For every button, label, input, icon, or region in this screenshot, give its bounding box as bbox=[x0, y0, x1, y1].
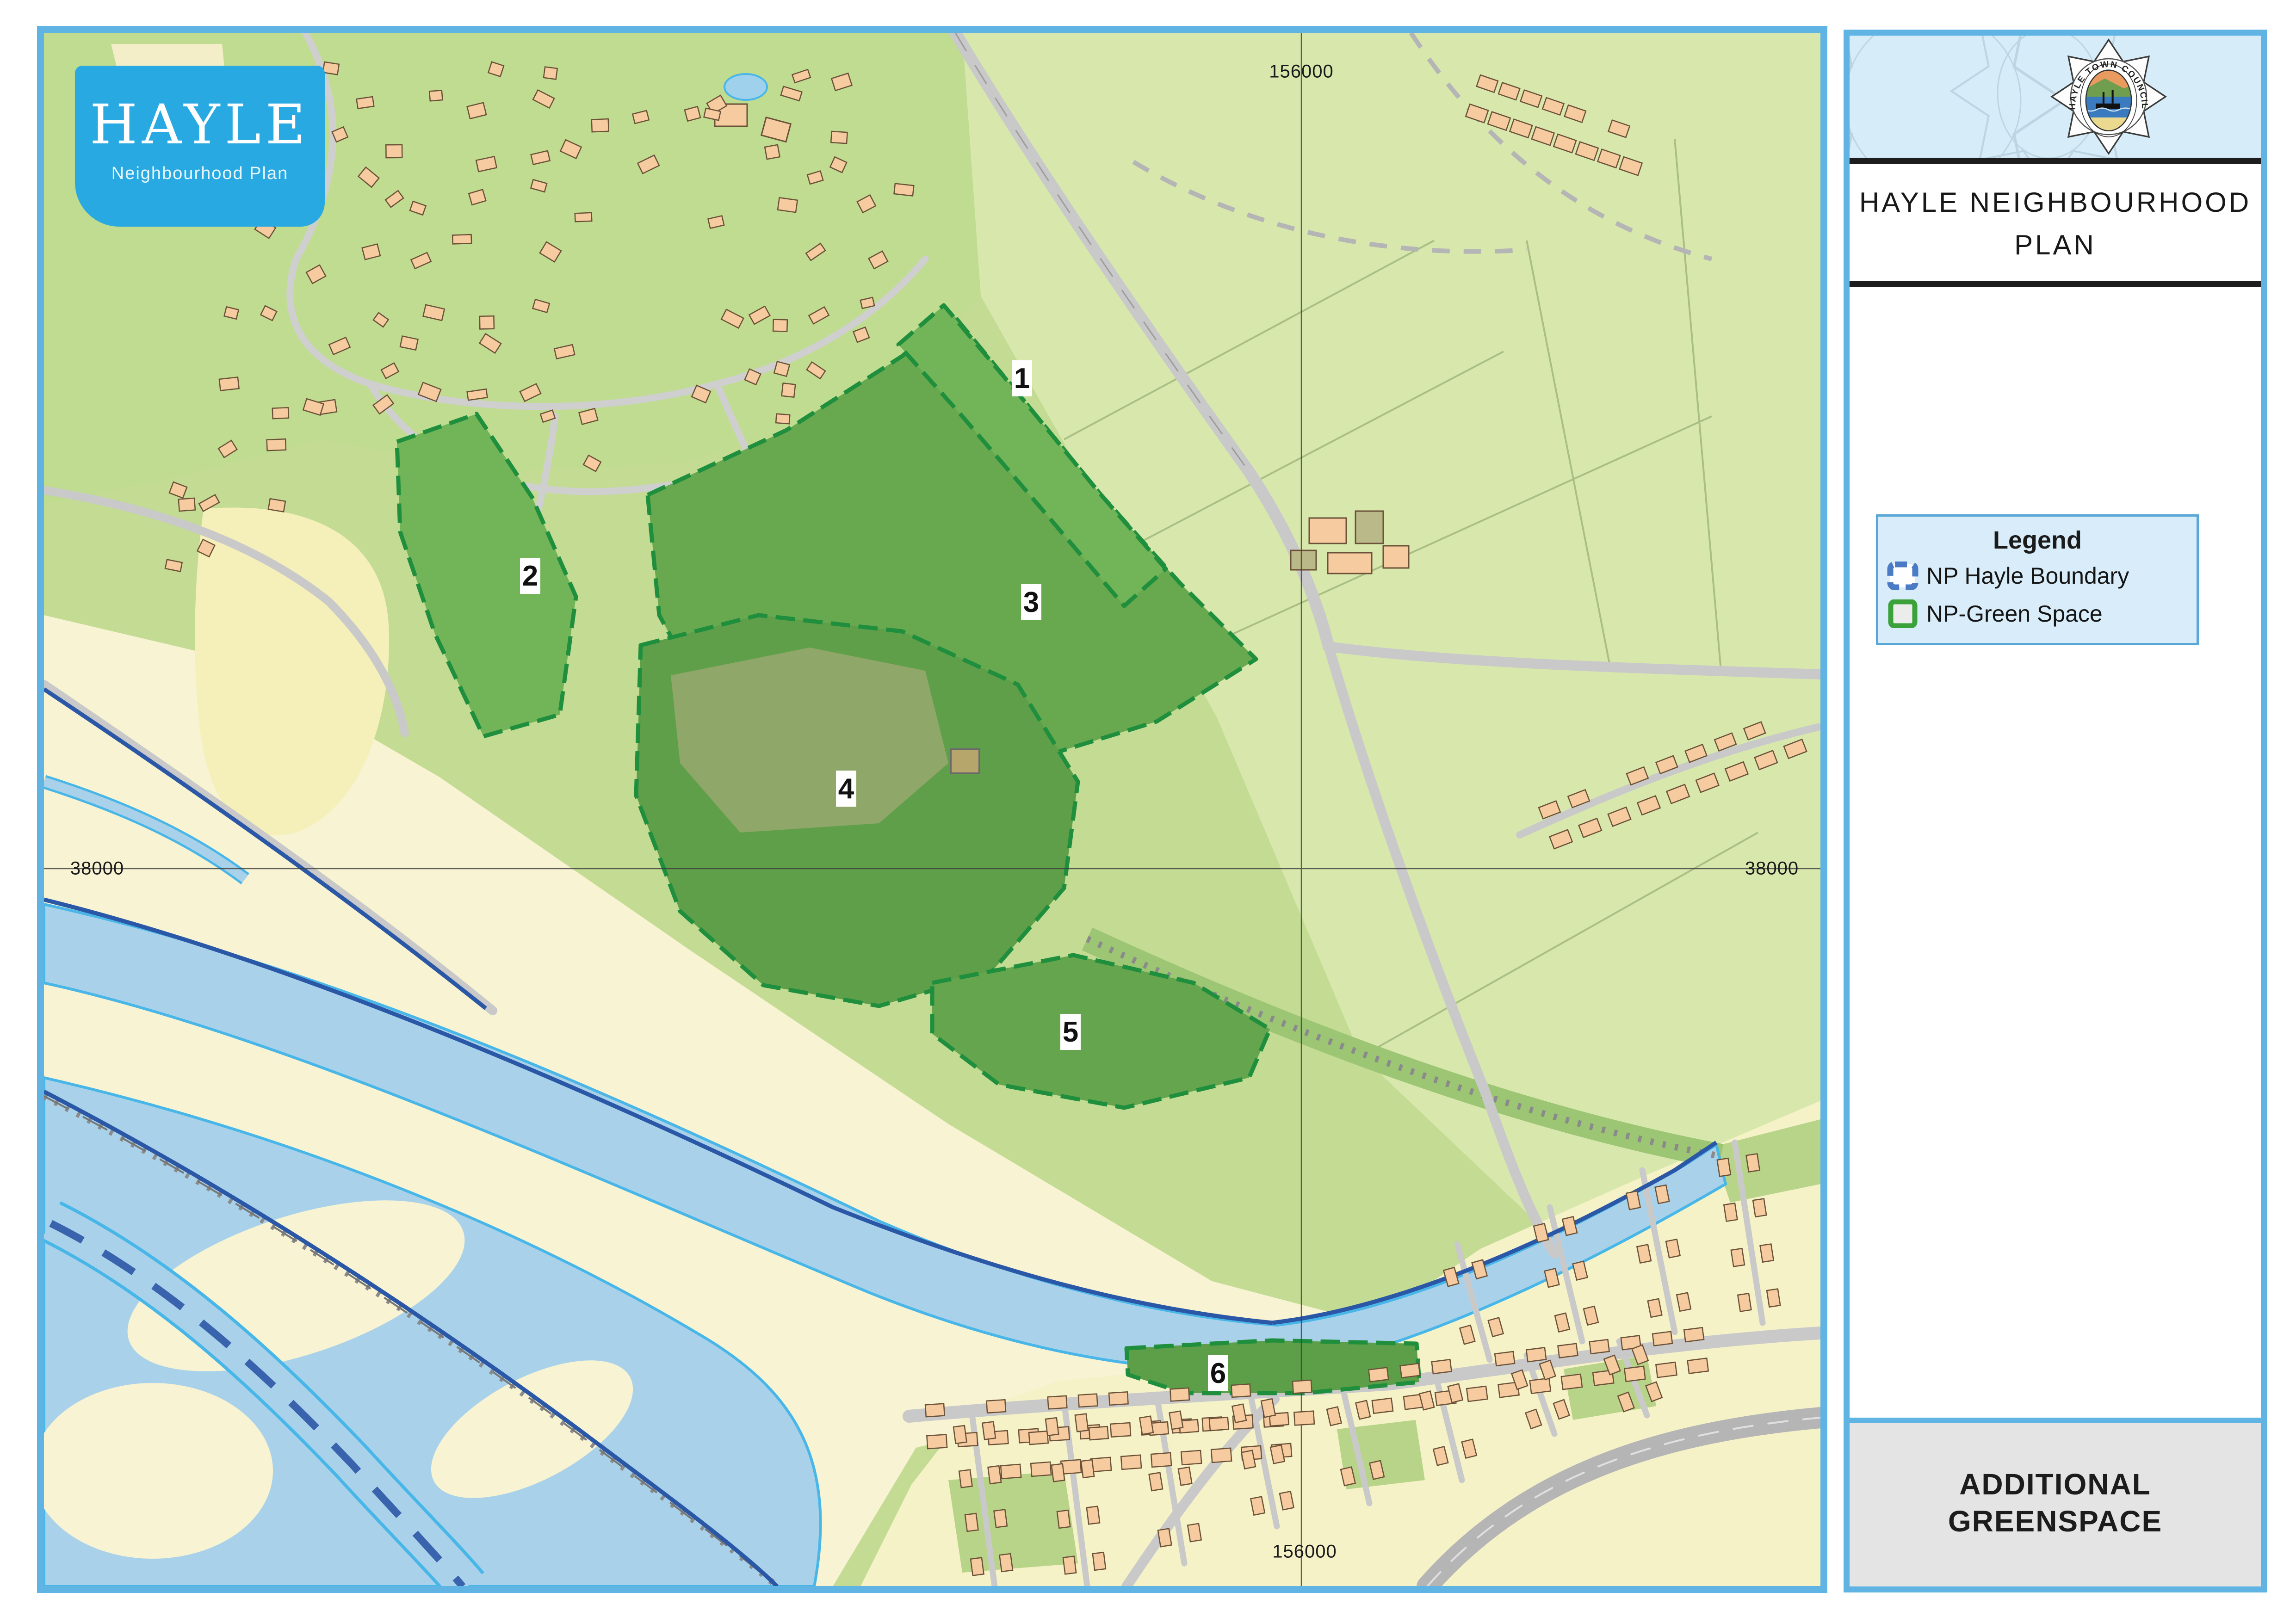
grid-label-right: 38000 bbox=[1745, 858, 1799, 879]
sidebar-title-line1: HAYLE NEIGHBOURHOOD bbox=[1850, 181, 2261, 224]
greenspace-6 bbox=[1126, 1340, 1419, 1393]
legend-title: Legend bbox=[1878, 526, 2197, 555]
grid-label-top: 156000 bbox=[1269, 62, 1333, 82]
sidebar-title-line2: PLAN bbox=[1850, 224, 2261, 266]
legend-item-label: NP Hayle Boundary bbox=[1926, 562, 2129, 589]
greenspace-label-1: 1 bbox=[1012, 360, 1032, 396]
grid-label-left: 38000 bbox=[70, 858, 124, 879]
divider-top bbox=[1850, 158, 2261, 164]
greenspace-symbol-icon bbox=[1887, 599, 1919, 628]
plan-page: 156000 38000 38000 156000 1 2 3 4 5 6 HA… bbox=[0, 0, 2296, 1623]
boundary-symbol-icon bbox=[1887, 562, 1919, 590]
map-title-line1: ADDITIONAL bbox=[1850, 1466, 2261, 1503]
grid-label-bottom: 156000 bbox=[1272, 1542, 1337, 1562]
crest-band: HAYLE TOWN COUNCIL bbox=[1850, 36, 2261, 158]
greenspace-label-3: 3 bbox=[1021, 584, 1041, 620]
greenspace-label-6: 6 bbox=[1208, 1355, 1228, 1391]
divider-bottom bbox=[1850, 281, 2261, 287]
map-container bbox=[37, 26, 1827, 1593]
greenspace-label-5: 5 bbox=[1060, 1014, 1081, 1050]
greenspace-label-2: 2 bbox=[520, 558, 540, 594]
legend-item-boundary: NP Hayle Boundary bbox=[1887, 559, 2197, 592]
greenspace-label-4: 4 bbox=[836, 771, 856, 807]
crest-badge: HAYLE TOWN COUNCIL bbox=[2052, 40, 2166, 154]
logo-subtitle: Neighbourhood Plan bbox=[75, 164, 325, 184]
map-canvas bbox=[44, 33, 1820, 1586]
sidebar-title: HAYLE NEIGHBOURHOOD PLAN bbox=[1850, 181, 2261, 266]
town-council-crest: HAYLE TOWN COUNCIL bbox=[1850, 36, 2261, 158]
logo-title: HAYLE bbox=[75, 97, 325, 152]
legend: Legend NP Hayle Boundary NP-Green Space bbox=[1876, 514, 2199, 645]
building-in-greenspace-4 bbox=[951, 749, 979, 773]
sidebar: HAYLE TOWN COUNCIL HAYLE NEIGHBOURHOOD P… bbox=[1844, 30, 2267, 1592]
legend-item-greenspace: NP-Green Space bbox=[1887, 597, 2197, 630]
map-title-line2: GREENSPACE bbox=[1850, 1503, 2261, 1540]
pond bbox=[724, 74, 767, 100]
hayle-logo: HAYLE Neighbourhood Plan bbox=[75, 66, 325, 227]
map-title-box: ADDITIONAL GREENSPACE bbox=[1850, 1418, 2261, 1586]
legend-item-label: NP-Green Space bbox=[1926, 600, 2103, 627]
